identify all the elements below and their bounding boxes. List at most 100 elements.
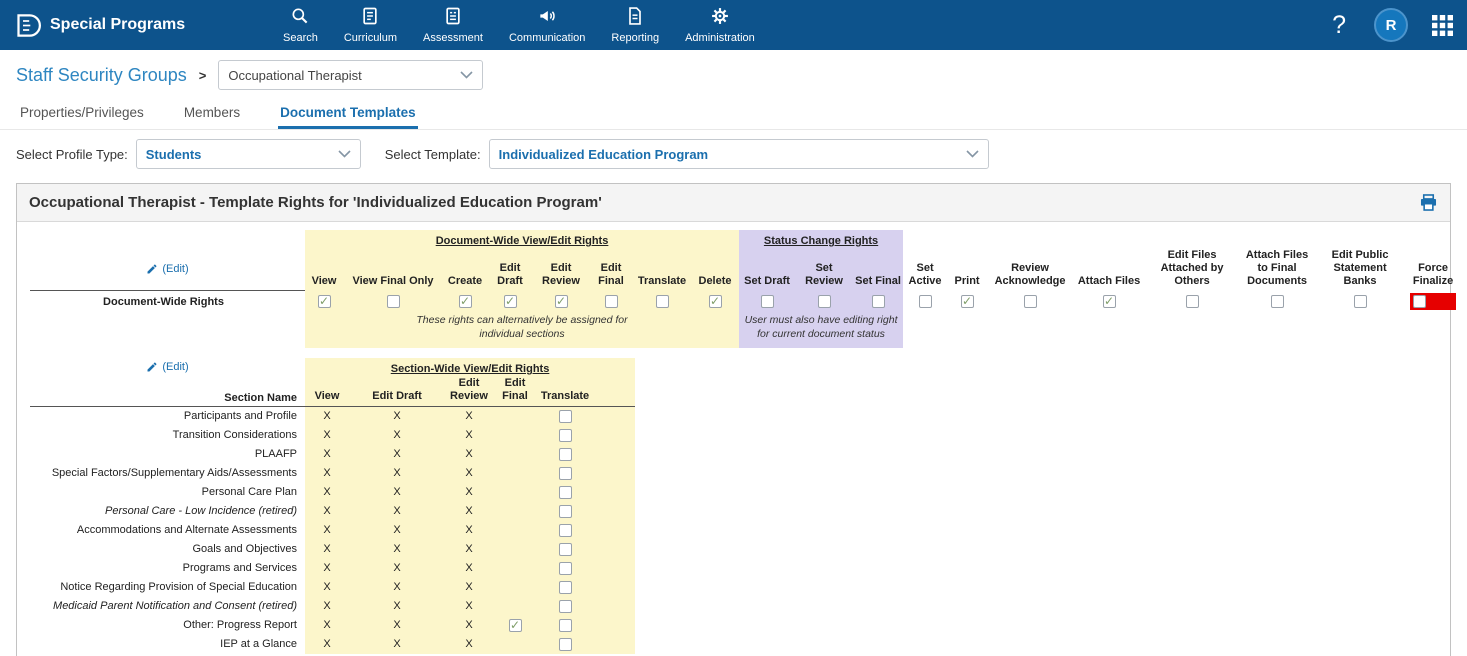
force-finalize-highlight [1410, 293, 1456, 310]
security-group-value: Occupational Therapist [228, 68, 361, 83]
chevron-down-icon [460, 71, 473, 79]
checkbox-unchecked [559, 448, 572, 461]
reporting-icon [625, 6, 645, 29]
section-cell-edit-final: ✓ [493, 616, 537, 635]
tab-document-templates[interactable]: Document Templates [278, 98, 418, 129]
column-header-edit-final: Edit Final [589, 247, 633, 291]
curriculum-icon [360, 6, 380, 29]
template-select[interactable]: Individualized Education Program [489, 139, 989, 169]
template-value: Individualized Education Program [499, 147, 708, 162]
tab-members[interactable]: Members [182, 98, 242, 129]
checkbox-unchecked [1024, 295, 1037, 308]
section-cell-edit-draft: X [349, 426, 445, 445]
checkbox-checked: ✓ [709, 295, 722, 308]
section-row: Transition ConsiderationsXXX [30, 426, 635, 445]
security-group-select[interactable]: Occupational Therapist [218, 60, 483, 90]
search-icon [290, 6, 310, 29]
topbar: Special Programs SearchCurriculumAssessm… [0, 0, 1467, 50]
nav-item-label: Communication [509, 32, 585, 44]
right-cell-set-review [795, 291, 853, 313]
section-wide-group-header: Section-Wide View/Edit Rights [305, 358, 635, 375]
print-button[interactable] [1419, 193, 1438, 212]
section-name: Notice Regarding Provision of Special Ed… [30, 578, 305, 597]
section-name: Personal Care Plan [30, 483, 305, 502]
section-cell-translate [537, 521, 593, 540]
section-name: Other: Progress Report [30, 616, 305, 635]
tab-properties-privileges[interactable]: Properties/Privileges [18, 98, 146, 129]
apps-grid-icon[interactable] [1432, 15, 1453, 36]
checkbox-unchecked [559, 543, 572, 556]
section-cell-view: X [305, 445, 349, 464]
nav-item-search[interactable]: Search [270, 6, 331, 44]
right-cell-edit-files-attached-by-others [1145, 291, 1239, 313]
nav-item-reporting[interactable]: Reporting [598, 6, 672, 44]
section-column-header-view: View [305, 375, 349, 406]
right-cell-attach-files: ✓ [1073, 291, 1145, 313]
pencil-icon [146, 263, 158, 275]
right-cell-view-final-only [343, 291, 443, 313]
pencil-icon [146, 361, 158, 373]
column-header-set-active: Set Active [903, 247, 947, 291]
nav-item-administration[interactable]: Administration [672, 6, 768, 44]
right-cell-set-active [903, 291, 947, 313]
column-header-translate: Translate [633, 247, 691, 291]
document-wide-rights-table: Document-Wide View/Edit RightsStatus Cha… [30, 230, 1461, 348]
nav-item-label: Reporting [611, 32, 659, 44]
section-rights-table: (Edit) Section-Wide View/Edit RightsSecti… [30, 358, 635, 653]
checkbox-checked: ✓ [459, 295, 472, 308]
edit-document-rights-link[interactable]: (Edit) [162, 263, 188, 275]
section-cell-translate [537, 502, 593, 521]
avatar[interactable]: R [1374, 8, 1408, 42]
section-cell-edit-review: X [445, 616, 493, 635]
section-name: PLAAFP [30, 445, 305, 464]
section-cell-translate [537, 559, 593, 578]
section-cell-edit-draft: X [349, 635, 445, 654]
section-cell-edit-final [493, 559, 537, 578]
checkbox-checked: ✓ [318, 295, 331, 308]
nav-item-label: Administration [685, 32, 755, 44]
printer-icon [1419, 193, 1438, 212]
section-cell-edit-final [493, 426, 537, 445]
section-cell-edit-final [493, 540, 537, 559]
breadcrumb-title[interactable]: Staff Security Groups [16, 65, 187, 86]
section-cell-edit-review: X [445, 445, 493, 464]
section-column-header-row: Section NameViewEdit DraftEdit ReviewEdi… [30, 375, 635, 406]
nav-item-communication[interactable]: Communication [496, 6, 598, 44]
section-cell-edit-final [493, 407, 537, 426]
section-cell-edit-review: X [445, 559, 493, 578]
section-cell-edit-draft: X [349, 483, 445, 502]
section-cell-view: X [305, 559, 349, 578]
checkbox-unchecked [559, 638, 572, 651]
column-header-view-final-only: View Final Only [343, 247, 443, 291]
chevron-down-icon [966, 150, 979, 158]
nav-item-curriculum[interactable]: Curriculum [331, 6, 410, 44]
section-cell-edit-final [493, 578, 537, 597]
nav-item-assessment[interactable]: Assessment [410, 6, 496, 44]
checkbox-checked: ✓ [961, 295, 974, 308]
section-cell-translate [537, 597, 593, 616]
status-change-group-header: Status Change Rights [739, 230, 903, 247]
filter-bar: Select Profile Type: Students Select Tem… [0, 130, 1467, 179]
section-name: Personal Care - Low Incidence (retired) [30, 502, 305, 521]
nav-item-label: Curriculum [344, 32, 397, 44]
help-button[interactable]: ? [1328, 11, 1350, 40]
breadcrumb: Staff Security Groups > Occupational The… [0, 50, 1467, 98]
template-rights-panel: Occupational Therapist - Template Rights… [16, 183, 1451, 656]
section-row: Notice Regarding Provision of Special Ed… [30, 578, 635, 597]
section-cell-edit-review: X [445, 540, 493, 559]
panel-body: Document-Wide View/Edit RightsStatus Cha… [17, 222, 1450, 656]
right-cell-print: ✓ [947, 291, 987, 313]
column-header-edit-public-statement-banks: Edit Public Statement Banks [1315, 247, 1405, 291]
section-cell-edit-review: X [445, 635, 493, 654]
section-cell-edit-final [493, 445, 537, 464]
right-cell-edit-public-statement-banks [1315, 291, 1405, 313]
checkbox-unchecked [559, 505, 572, 518]
profile-type-select[interactable]: Students [136, 139, 361, 169]
column-header-set-draft: Set Draft [739, 247, 795, 291]
section-cell-edit-draft: X [349, 445, 445, 464]
checkbox-unchecked [761, 295, 774, 308]
document-wide-rights-label: Document-Wide Rights [30, 291, 305, 313]
edit-section-rights-link[interactable]: (Edit) [162, 361, 188, 373]
right-cell-create: ✓ [443, 291, 487, 313]
section-cell-edit-draft: X [349, 616, 445, 635]
